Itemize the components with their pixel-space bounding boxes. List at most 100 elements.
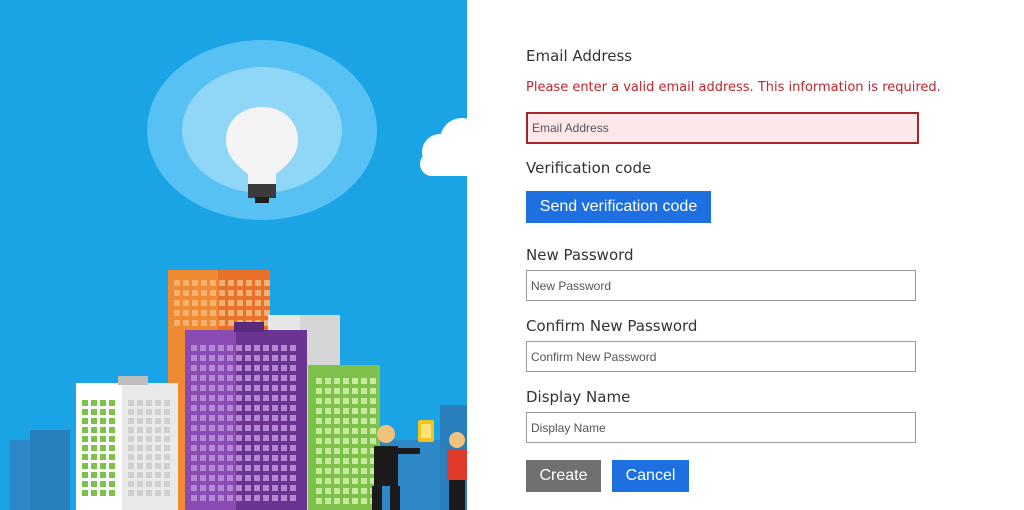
building-window (254, 485, 260, 491)
building-window (254, 435, 260, 441)
building-window (164, 400, 170, 406)
building-window (192, 290, 198, 296)
building-window (281, 485, 287, 491)
building-window (227, 475, 233, 481)
building-window (281, 425, 287, 431)
building-window (209, 415, 215, 421)
building-window (191, 425, 197, 431)
building-window (254, 425, 260, 431)
building-window (236, 415, 242, 421)
building-window (82, 472, 88, 478)
building-window (227, 445, 233, 451)
building-window (325, 378, 331, 384)
building-window (219, 310, 225, 316)
building-window (209, 365, 215, 371)
building-window (254, 345, 260, 351)
new-password-input[interactable] (526, 270, 916, 301)
building-window (210, 300, 216, 306)
building-window (245, 475, 251, 481)
building-window (200, 355, 206, 361)
building-window (228, 280, 234, 286)
building-window (209, 425, 215, 431)
building-window (272, 495, 278, 501)
building-window (192, 310, 198, 316)
building-window (155, 490, 161, 496)
building-window (236, 355, 242, 361)
building-window (200, 485, 206, 491)
building-window (343, 388, 349, 394)
building-window (245, 415, 251, 421)
building-window (236, 425, 242, 431)
building-window (316, 468, 322, 474)
building-window (137, 463, 143, 469)
building-window (209, 465, 215, 471)
building-window (219, 320, 225, 326)
building-window (370, 438, 376, 444)
send-verification-code-button[interactable]: Send verification code (526, 191, 711, 223)
building-window (218, 385, 224, 391)
building-window (255, 290, 261, 296)
building-window (245, 365, 251, 371)
building-window (191, 355, 197, 361)
building-window (325, 448, 331, 454)
building-window (200, 435, 206, 441)
building-window (254, 385, 260, 391)
building-window (245, 495, 251, 501)
building-window (191, 475, 197, 481)
building-window (272, 355, 278, 361)
cancel-button[interactable]: Cancel (612, 460, 689, 492)
building-window (361, 378, 367, 384)
building-window (254, 375, 260, 381)
building-window (128, 400, 134, 406)
building-window (91, 481, 97, 487)
building-window (246, 290, 252, 296)
building-window (191, 345, 197, 351)
new-password-label: New Password (526, 246, 634, 264)
building-window (218, 345, 224, 351)
building-window (218, 375, 224, 381)
building-window (263, 495, 269, 501)
building-window (325, 478, 331, 484)
building-window (352, 418, 358, 424)
building-window (272, 405, 278, 411)
display-name-input[interactable] (526, 412, 916, 443)
create-button[interactable]: Create (526, 460, 601, 492)
building-window (100, 490, 106, 496)
building-window (281, 435, 287, 441)
building-window (218, 435, 224, 441)
building-window (281, 405, 287, 411)
building-window (109, 427, 115, 433)
building-window (191, 395, 197, 401)
building-window (137, 409, 143, 415)
building-window (290, 345, 296, 351)
email-input[interactable] (526, 112, 919, 144)
confirm-password-input[interactable] (526, 341, 916, 372)
building-window (263, 365, 269, 371)
building-window (191, 385, 197, 391)
building-window (227, 375, 233, 381)
building-window (325, 388, 331, 394)
building-window (316, 478, 322, 484)
building-window (361, 498, 367, 504)
building-window (290, 395, 296, 401)
building-window (155, 463, 161, 469)
building-window (191, 375, 197, 381)
building-window (316, 438, 322, 444)
building-window (82, 436, 88, 442)
building-window (272, 375, 278, 381)
building-window (290, 365, 296, 371)
building-window (155, 436, 161, 442)
building-window (100, 400, 106, 406)
building-window (209, 345, 215, 351)
building-window (109, 463, 115, 469)
building-window (263, 395, 269, 401)
building-window (316, 408, 322, 414)
building-window (325, 398, 331, 404)
building-window (263, 405, 269, 411)
building-window (137, 445, 143, 451)
building-window (325, 458, 331, 464)
building-window (263, 465, 269, 471)
building-window (263, 425, 269, 431)
building-window (227, 485, 233, 491)
building-window (209, 375, 215, 381)
